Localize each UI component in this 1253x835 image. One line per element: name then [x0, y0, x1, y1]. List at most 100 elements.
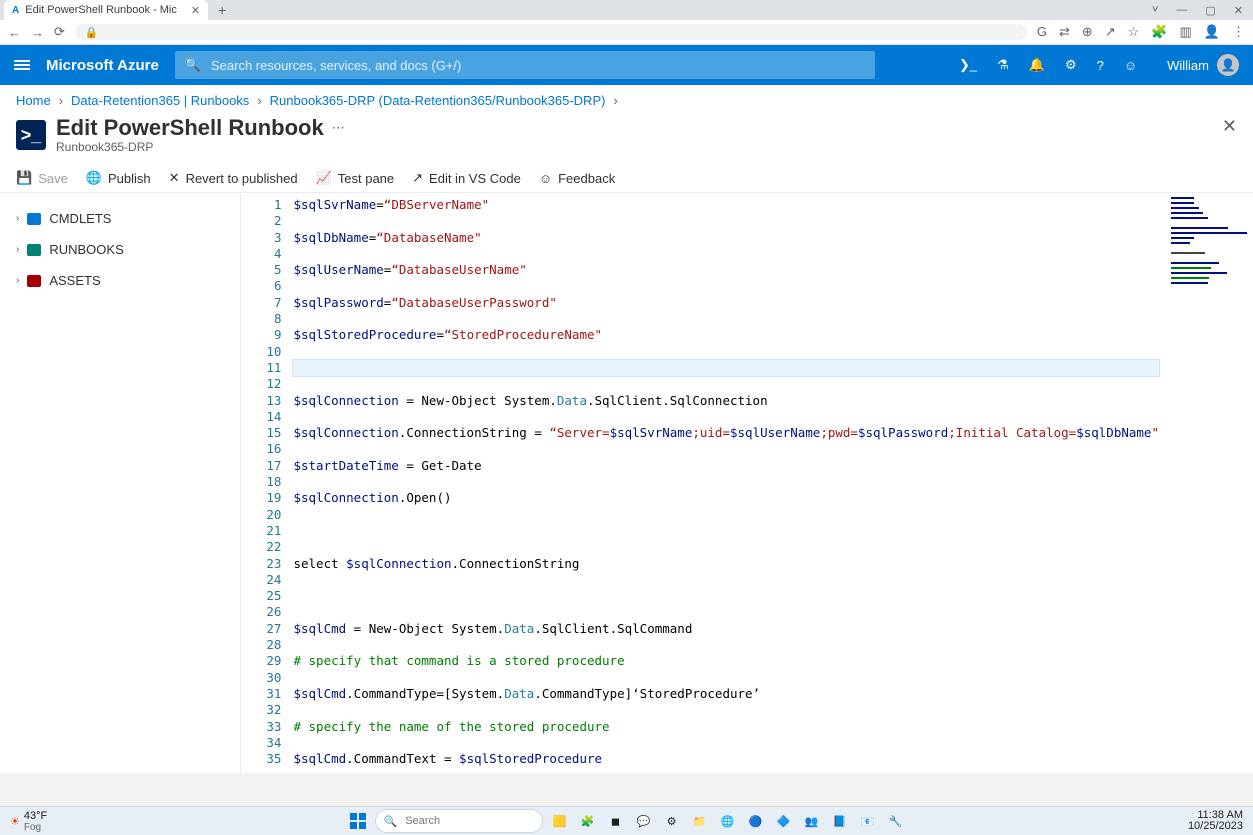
weather-temp: 43°F [24, 810, 47, 822]
azure-topbar: Microsoft Azure 🔍 ❯_ ⚗ 🔔 ⚙ ? ☺ William 👤 [0, 45, 1253, 85]
notifications-icon[interactable]: 🔔 [1029, 57, 1045, 73]
win-down-icon[interactable]: ˅ [1152, 4, 1158, 17]
taskbar-search-input[interactable] [403, 814, 533, 828]
back-icon[interactable]: ← [8, 25, 21, 40]
page-title: Edit PowerShell Runbook [56, 116, 324, 140]
task-app-icon[interactable]: 💬 [633, 810, 655, 832]
translate-icon[interactable]: ⇄ [1059, 24, 1070, 40]
runbooks-icon [27, 244, 41, 256]
share-icon[interactable]: ↗ [1105, 24, 1116, 40]
chevron-right-icon: › [16, 275, 19, 286]
task-app-icon[interactable]: 🟨 [549, 810, 571, 832]
publish-button[interactable]: 🌐 Publish [86, 170, 151, 186]
menu-icon[interactable]: ⋮ [1232, 24, 1245, 40]
cloud-shell-icon[interactable]: ❯_ [959, 57, 977, 73]
edit-vscode-button[interactable]: ↗ Edit in VS Code [412, 170, 521, 186]
task-app-icon[interactable]: 📧 [857, 810, 879, 832]
browser-tab-bar: A Edit PowerShell Runbook - Mic ✕ + ˅ — … [0, 0, 1253, 20]
azure-favicon: A [12, 5, 19, 16]
breadcrumb-runbook[interactable]: Runbook365-DRP (Data-Retention365/Runboo… [270, 93, 606, 108]
feedback-button[interactable]: ☺ Feedback [539, 171, 615, 186]
new-tab-button[interactable]: + [218, 2, 226, 18]
chevron-right-icon: › [59, 93, 63, 108]
bookmark-icon[interactable]: ☆ [1128, 24, 1140, 40]
page-subtitle: Runbook365-DRP [56, 140, 345, 154]
user-name: William [1167, 58, 1209, 73]
user-avatar-icon: 👤 [1217, 54, 1239, 76]
external-icon: ↗ [412, 170, 423, 186]
profile-icon[interactable]: 👤 [1204, 24, 1220, 40]
edge-icon[interactable]: 🌐 [717, 810, 739, 832]
win-close-icon[interactable]: ✕ [1234, 4, 1243, 17]
taskbar-search[interactable]: 🔍 [375, 809, 543, 833]
revert-button[interactable]: ✕ Revert to published [169, 170, 298, 186]
directory-filter-icon[interactable]: ⚗ [997, 57, 1009, 73]
code-editor[interactable]: 1234567891011121314151617181920212223242… [240, 193, 1253, 773]
word-icon[interactable]: 📘 [829, 810, 851, 832]
start-button[interactable] [347, 810, 369, 832]
panel-icon[interactable]: ▥ [1180, 24, 1192, 40]
global-search-input[interactable] [209, 57, 865, 74]
assets-icon [27, 275, 41, 287]
reload-icon[interactable]: ⟳ [54, 24, 65, 40]
task-app-icon[interactable]: 🔧 [885, 810, 907, 832]
win-minimize-icon[interactable]: — [1176, 4, 1187, 17]
clock-date: 10/25/2023 [1188, 821, 1243, 832]
task-app-icon[interactable]: ⚙ [661, 810, 683, 832]
breadcrumb-home[interactable]: Home [16, 93, 51, 108]
portal-menu-button[interactable] [14, 58, 30, 72]
test-pane-button[interactable]: 📈 Test pane [316, 170, 395, 186]
extensions-icon[interactable]: 🧩 [1151, 24, 1167, 40]
help-icon[interactable]: ? [1097, 58, 1104, 73]
cmdlets-icon [27, 213, 41, 225]
forward-icon[interactable]: → [31, 25, 44, 40]
minimap[interactable] [1169, 193, 1253, 773]
search-icon: 🔍 [185, 57, 201, 73]
blade-body: › CMDLETS › RUNBOOKS › ASSETS 1234567891… [0, 193, 1253, 773]
tab-title: Edit PowerShell Runbook - Mic [25, 4, 177, 16]
save-button: 💾 Save [16, 170, 68, 186]
more-actions-icon[interactable]: ⋯ [332, 120, 345, 136]
azure-brand[interactable]: Microsoft Azure [46, 57, 159, 74]
settings-gear-icon[interactable]: ⚙ [1065, 57, 1077, 73]
person-feedback-icon: ☺ [539, 171, 552, 186]
win-maximize-icon[interactable]: ▢ [1205, 4, 1215, 17]
code-content[interactable]: $sqlSvrName=“DBServerName"$sqlDbName=“Da… [287, 193, 1165, 773]
breadcrumb-runbooks[interactable]: Data-Retention365 | Runbooks [71, 93, 249, 108]
zoom-icon[interactable]: ⊕ [1082, 24, 1093, 40]
address-bar[interactable]: 🔒 [75, 24, 1027, 40]
system-tray[interactable]: 11:38 AM 10/25/2023 [1178, 810, 1253, 832]
weather-text: Fog [24, 822, 47, 833]
task-app-icon[interactable]: 🔷 [773, 810, 795, 832]
chevron-right-icon: › [613, 93, 617, 108]
window-controls: ˅ — ▢ ✕ [1152, 4, 1253, 17]
user-account[interactable]: William 👤 [1167, 54, 1239, 76]
tab-close-icon[interactable]: ✕ [191, 4, 200, 17]
powershell-icon: >_ [16, 120, 46, 150]
task-app-icon[interactable]: 🧩 [577, 810, 599, 832]
chrome-icon[interactable]: 🔵 [745, 810, 767, 832]
left-tree: › CMDLETS › RUNBOOKS › ASSETS [0, 193, 240, 773]
global-search[interactable]: 🔍 [175, 51, 875, 79]
tree-cmdlets[interactable]: › CMDLETS [12, 203, 228, 234]
weather-widget[interactable]: ☀ 43°F Fog [0, 810, 57, 833]
tree-assets[interactable]: › ASSETS [12, 265, 228, 296]
google-icon[interactable]: G [1037, 24, 1047, 40]
globe-icon: 🌐 [86, 170, 102, 186]
chevron-right-icon: › [257, 93, 261, 108]
chevron-right-icon: › [16, 244, 19, 255]
breadcrumb: Home › Data-Retention365 | Runbooks › Ru… [0, 85, 1253, 112]
feedback-topbar-icon[interactable]: ☺ [1124, 58, 1137, 73]
command-bar: 💾 Save 🌐 Publish ✕ Revert to published 📈… [0, 164, 1253, 193]
browser-toolbar: ← → ⟳ 🔒 G ⇄ ⊕ ↗ ☆ 🧩 ▥ 👤 ⋮ [0, 20, 1253, 45]
task-app-icon[interactable]: ◼ [605, 810, 627, 832]
browser-tab[interactable]: A Edit PowerShell Runbook - Mic ✕ [4, 0, 208, 20]
weather-icon: ☀ [10, 815, 20, 828]
file-explorer-icon[interactable]: 📁 [689, 810, 711, 832]
revert-icon: ✕ [169, 170, 180, 186]
tree-runbooks[interactable]: › RUNBOOKS [12, 234, 228, 265]
close-blade-icon[interactable]: ✕ [1222, 116, 1237, 137]
chevron-right-icon: › [16, 213, 19, 224]
teams-icon[interactable]: 👥 [801, 810, 823, 832]
blade-header: >_ Edit PowerShell Runbook ⋯ Runbook365-… [0, 112, 1253, 164]
